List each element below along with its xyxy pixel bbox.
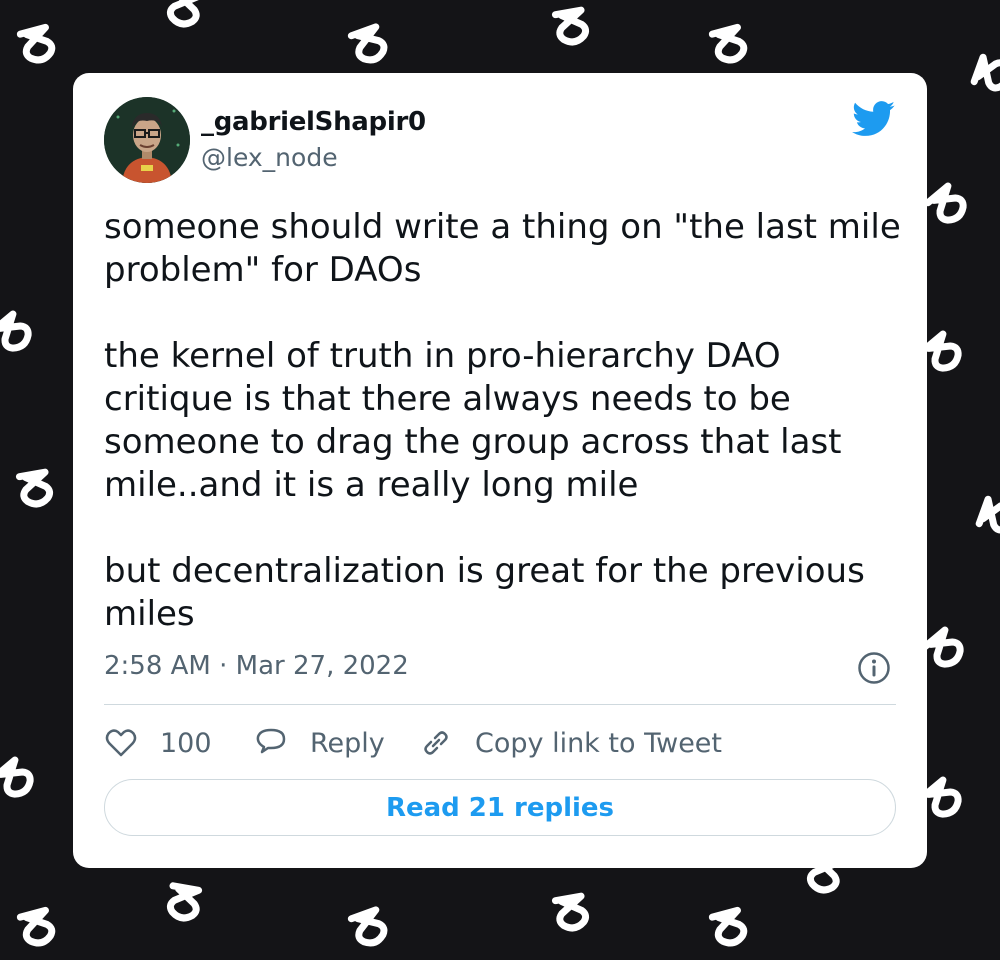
like-count: 100 — [160, 727, 212, 759]
glyph-pattern-icon — [0, 300, 48, 368]
tweet-timestamp[interactable]: 2:58 AM · Mar 27, 2022 — [104, 651, 409, 681]
glyph-pattern-icon — [701, 17, 760, 76]
copy-link-button[interactable]: Copy link to Tweet — [419, 723, 722, 763]
read-replies-button[interactable]: Read 21 replies — [104, 779, 896, 836]
author-handle[interactable]: @lex_node — [201, 143, 338, 172]
speech-bubble-icon — [256, 728, 286, 754]
info-icon[interactable] — [857, 651, 891, 685]
glyph-pattern-icon — [9, 900, 68, 959]
glyph-pattern-icon — [156, 876, 212, 932]
avatar[interactable] — [104, 97, 190, 183]
glyph-pattern-icon — [963, 43, 1000, 105]
glyph-pattern-icon — [701, 900, 760, 959]
glyph-pattern-icon — [339, 898, 401, 960]
author-display-name[interactable]: _gabrielShapir0 — [201, 107, 426, 137]
copy-link-label: Copy link to Tweet — [475, 727, 723, 759]
glyph-pattern-icon — [9, 17, 68, 76]
glyph-pattern-icon — [968, 485, 1000, 547]
reply-label: Reply — [310, 727, 385, 759]
glyph-pattern-icon — [0, 746, 50, 814]
glyph-pattern-icon — [156, 0, 212, 38]
glyph-pattern-icon — [339, 15, 401, 77]
heart-icon — [105, 729, 137, 757]
action-bar: 100 Reply Copy link to Tweet — [104, 723, 896, 763]
tweet-text: someone should write a thing on "the las… — [104, 207, 901, 634]
like-button[interactable]: 100 — [104, 723, 212, 763]
divider — [104, 704, 896, 705]
link-icon — [424, 731, 448, 755]
glyph-pattern-icon — [544, 0, 600, 56]
tweet-card: _gabrielShapir0 @lex_node someone should… — [73, 73, 927, 868]
glyph-pattern-icon — [544, 886, 600, 942]
reply-button[interactable]: Reply — [254, 723, 385, 763]
twitter-bird-icon[interactable] — [852, 101, 896, 137]
glyph-pattern-icon — [8, 462, 64, 518]
